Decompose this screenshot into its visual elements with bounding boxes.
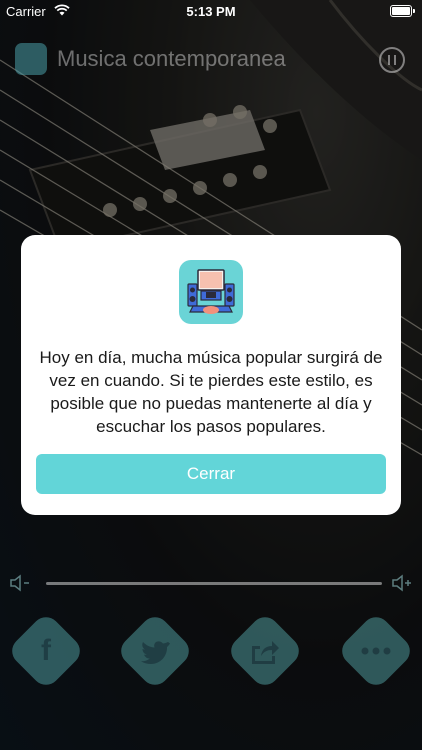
studio-mixer-icon: [15, 43, 47, 75]
volume-high-icon: [392, 574, 411, 592]
studio-mixer-icon: [179, 260, 243, 324]
twitter-icon: [127, 623, 183, 679]
page-title: Musica contemporanea: [57, 46, 286, 71]
more-icon: [348, 623, 404, 679]
facebook-icon: f: [41, 634, 51, 667]
close-button[interactable]: Cerrar: [36, 454, 386, 494]
status-time: 5:13 PM: [186, 4, 236, 19]
volume-slider[interactable]: [46, 582, 382, 585]
share-icon: [237, 623, 293, 679]
volume-low-icon: [10, 574, 29, 592]
info-dialog: Hoy en día, mucha música popular surgirá…: [21, 235, 401, 515]
dialog-message: Hoy en día, mucha música popular surgirá…: [39, 348, 383, 436]
battery-icon: [390, 5, 415, 17]
status-bar: Carrier 5:13 PM: [0, 0, 422, 22]
pause-button[interactable]: [379, 47, 405, 73]
